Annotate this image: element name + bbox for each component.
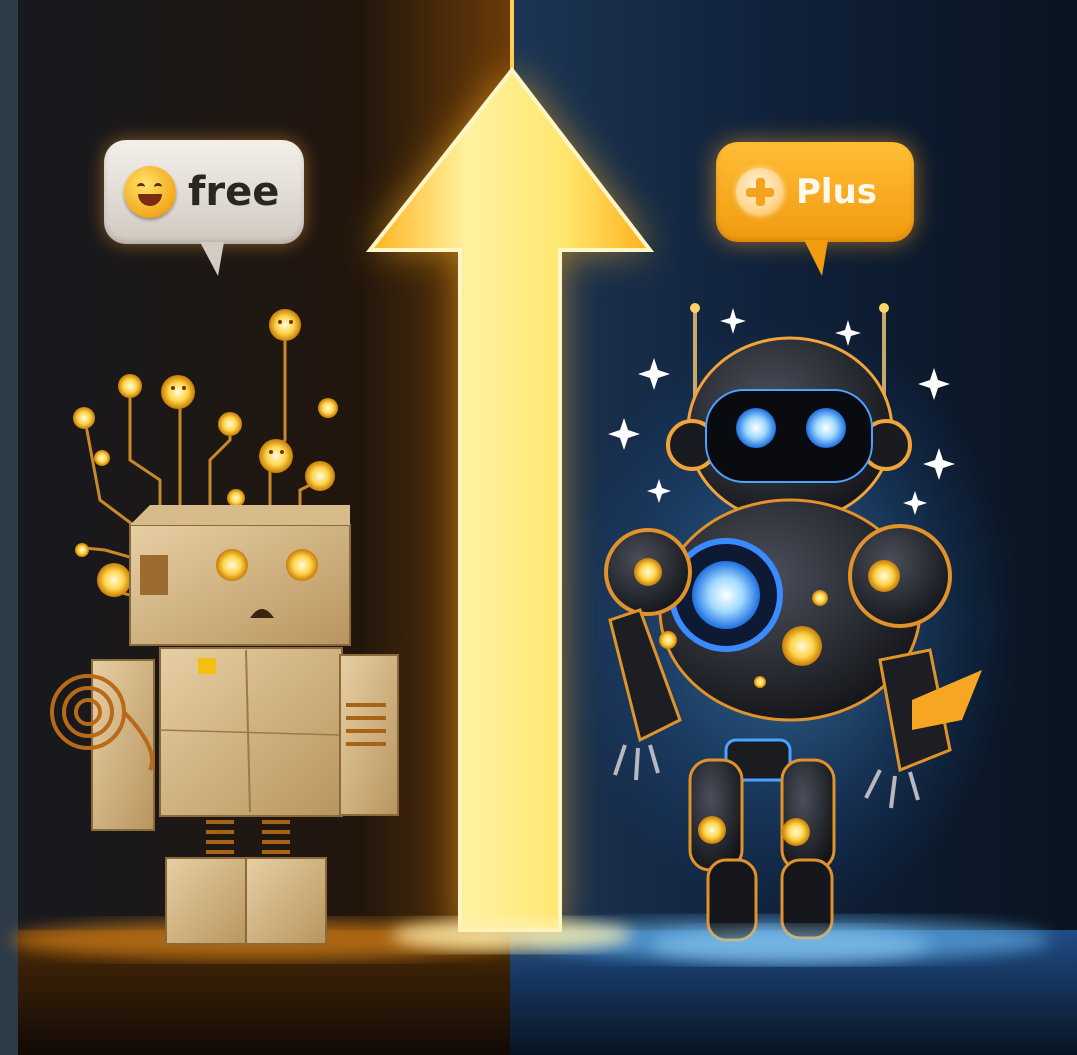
free-label-bubble: free	[104, 140, 304, 276]
bubble-tail	[200, 242, 224, 276]
smiling-face-icon	[124, 166, 176, 218]
bubble-tail	[804, 240, 828, 276]
plus-label-bubble: Plus	[716, 142, 914, 276]
illustration: free Plus	[0, 0, 1077, 1055]
free-label: free	[188, 169, 280, 215]
plus-circle-icon	[736, 168, 784, 216]
plus-label: Plus	[796, 172, 878, 212]
